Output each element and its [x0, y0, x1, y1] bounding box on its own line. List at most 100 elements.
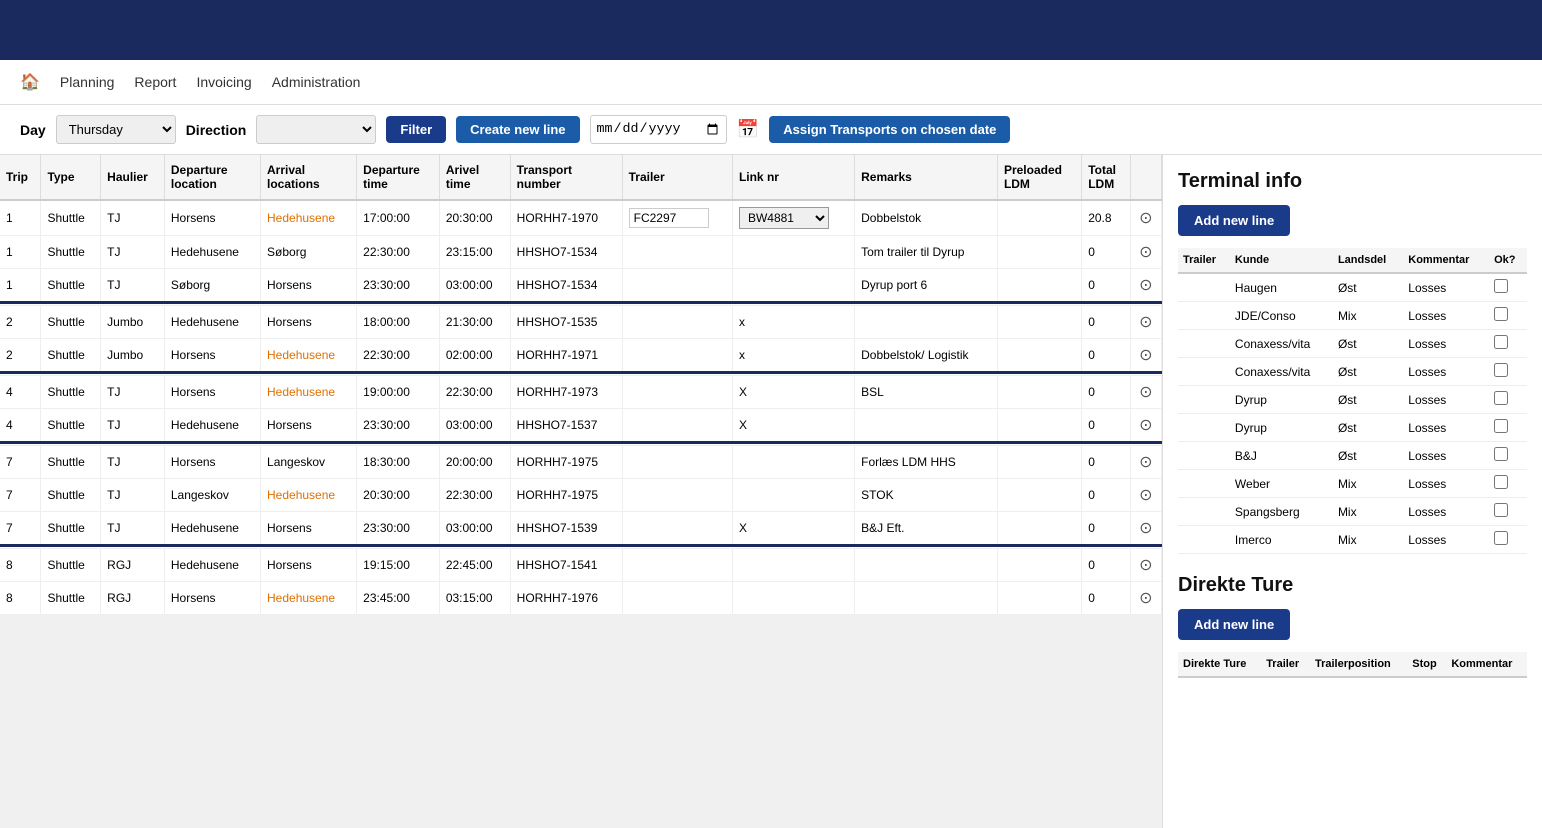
cell-check[interactable]: ⊙	[1130, 306, 1161, 339]
cell-trailer[interactable]	[622, 479, 732, 512]
cell-check[interactable]: ⊙	[1130, 269, 1161, 303]
main-content: Trip Type Haulier Departurelocation Arri…	[0, 155, 1542, 828]
check-circle-icon[interactable]: ⊙	[1139, 487, 1152, 504]
cell-trailer[interactable]	[622, 376, 732, 409]
cell-check[interactable]: ⊙	[1130, 479, 1161, 512]
ok-checkbox[interactable]	[1494, 531, 1508, 545]
check-circle-icon[interactable]: ⊙	[1139, 314, 1152, 331]
cell-type: Shuttle	[41, 446, 101, 479]
ok-checkbox[interactable]	[1494, 391, 1508, 405]
nav-invoicing[interactable]: Invoicing	[196, 74, 251, 90]
cell-link[interactable]	[732, 479, 854, 512]
filter-button[interactable]: Filter	[386, 116, 446, 143]
terminal-cell-ok[interactable]	[1489, 414, 1527, 442]
date-input[interactable]	[590, 115, 727, 144]
terminal-cell-trailer	[1178, 386, 1230, 414]
cell-trailer[interactable]	[622, 200, 732, 236]
cell-arr-time: 03:15:00	[439, 582, 510, 615]
ok-checkbox[interactable]	[1494, 475, 1508, 489]
terminal-cell-ok[interactable]	[1489, 470, 1527, 498]
cell-trailer[interactable]	[622, 236, 732, 269]
cell-dep-loc: Horsens	[164, 446, 260, 479]
cell-link[interactable]: x	[732, 339, 854, 373]
cell-dep-time: 23:30:00	[357, 269, 440, 303]
cell-trailer[interactable]	[622, 409, 732, 443]
cell-check[interactable]: ⊙	[1130, 512, 1161, 546]
direkte-add-new-line-button[interactable]: Add new line	[1178, 609, 1290, 640]
cell-link[interactable]: X	[732, 409, 854, 443]
cell-link[interactable]	[732, 446, 854, 479]
cell-check[interactable]: ⊙	[1130, 236, 1161, 269]
ok-checkbox[interactable]	[1494, 419, 1508, 433]
cell-arr-time: 02:00:00	[439, 339, 510, 373]
check-circle-icon[interactable]: ⊙	[1139, 557, 1152, 574]
cell-link[interactable]	[732, 549, 854, 582]
terminal-cell-ok[interactable]	[1489, 330, 1527, 358]
trailer-input[interactable]	[629, 208, 709, 228]
cell-remarks: Forlæs LDM HHS	[855, 446, 998, 479]
terminal-cell-landsdel: Øst	[1333, 386, 1403, 414]
nav-report[interactable]: Report	[134, 74, 176, 90]
check-circle-icon[interactable]: ⊙	[1139, 277, 1152, 294]
cell-haulier: RGJ	[101, 549, 165, 582]
day-select[interactable]: MondayTuesdayWednesdayThursdayFridaySatu…	[56, 115, 176, 144]
direction-select[interactable]	[256, 115, 376, 144]
calendar-icon[interactable]: 📅	[737, 119, 759, 140]
cell-trailer[interactable]	[622, 269, 732, 303]
cell-link[interactable]: x	[732, 306, 854, 339]
cell-trailer[interactable]	[622, 446, 732, 479]
cell-check[interactable]: ⊙	[1130, 376, 1161, 409]
ok-checkbox[interactable]	[1494, 363, 1508, 377]
cell-link[interactable]: X	[732, 512, 854, 546]
terminal-cell-ok[interactable]	[1489, 386, 1527, 414]
cell-link[interactable]: BW4881	[732, 200, 854, 236]
cell-check[interactable]: ⊙	[1130, 549, 1161, 582]
cell-link[interactable]: X	[732, 376, 854, 409]
assign-transports-button[interactable]: Assign Transports on chosen date	[769, 116, 1010, 143]
cell-trailer[interactable]	[622, 549, 732, 582]
cell-trailer[interactable]	[622, 306, 732, 339]
check-circle-icon[interactable]: ⊙	[1139, 347, 1152, 364]
check-circle-icon[interactable]: ⊙	[1139, 520, 1152, 537]
cell-total: 0	[1082, 582, 1130, 615]
terminal-cell-ok[interactable]	[1489, 498, 1527, 526]
cell-check[interactable]: ⊙	[1130, 200, 1161, 236]
check-circle-icon[interactable]: ⊙	[1139, 590, 1152, 607]
ok-checkbox[interactable]	[1494, 503, 1508, 517]
terminal-cell-ok[interactable]	[1489, 526, 1527, 554]
cell-trailer[interactable]	[622, 339, 732, 373]
ok-checkbox[interactable]	[1494, 447, 1508, 461]
nav-planning[interactable]: Planning	[60, 74, 115, 90]
terminal-cell-ok[interactable]	[1489, 302, 1527, 330]
cell-check[interactable]: ⊙	[1130, 582, 1161, 615]
cell-check[interactable]: ⊙	[1130, 409, 1161, 443]
cell-remarks	[855, 549, 998, 582]
cell-check[interactable]: ⊙	[1130, 339, 1161, 373]
check-circle-icon[interactable]: ⊙	[1139, 417, 1152, 434]
check-circle-icon[interactable]: ⊙	[1139, 210, 1152, 227]
nav-administration[interactable]: Administration	[272, 74, 361, 90]
terminal-cell-ok[interactable]	[1489, 442, 1527, 470]
cell-trailer[interactable]	[622, 512, 732, 546]
home-icon[interactable]: 🏠	[20, 72, 40, 92]
term-col-kunde: Kunde	[1230, 248, 1333, 273]
terminal-add-new-line-button[interactable]: Add new line	[1178, 205, 1290, 236]
check-circle-icon[interactable]: ⊙	[1139, 384, 1152, 401]
cell-link[interactable]	[732, 582, 854, 615]
terminal-row: Conaxess/vitaØstLosses	[1178, 330, 1527, 358]
link-select[interactable]: BW4881	[739, 207, 829, 229]
check-circle-icon[interactable]: ⊙	[1139, 244, 1152, 261]
terminal-cell-ok[interactable]	[1489, 273, 1527, 302]
cell-arr-time: 03:00:00	[439, 409, 510, 443]
cell-check[interactable]: ⊙	[1130, 446, 1161, 479]
ok-checkbox[interactable]	[1494, 307, 1508, 321]
terminal-cell-ok[interactable]	[1489, 358, 1527, 386]
create-new-line-button[interactable]: Create new line	[456, 116, 579, 143]
check-circle-icon[interactable]: ⊙	[1139, 454, 1152, 471]
cell-remarks: STOK	[855, 479, 998, 512]
cell-link[interactable]	[732, 269, 854, 303]
ok-checkbox[interactable]	[1494, 279, 1508, 293]
cell-trailer[interactable]	[622, 582, 732, 615]
cell-link[interactable]	[732, 236, 854, 269]
ok-checkbox[interactable]	[1494, 335, 1508, 349]
